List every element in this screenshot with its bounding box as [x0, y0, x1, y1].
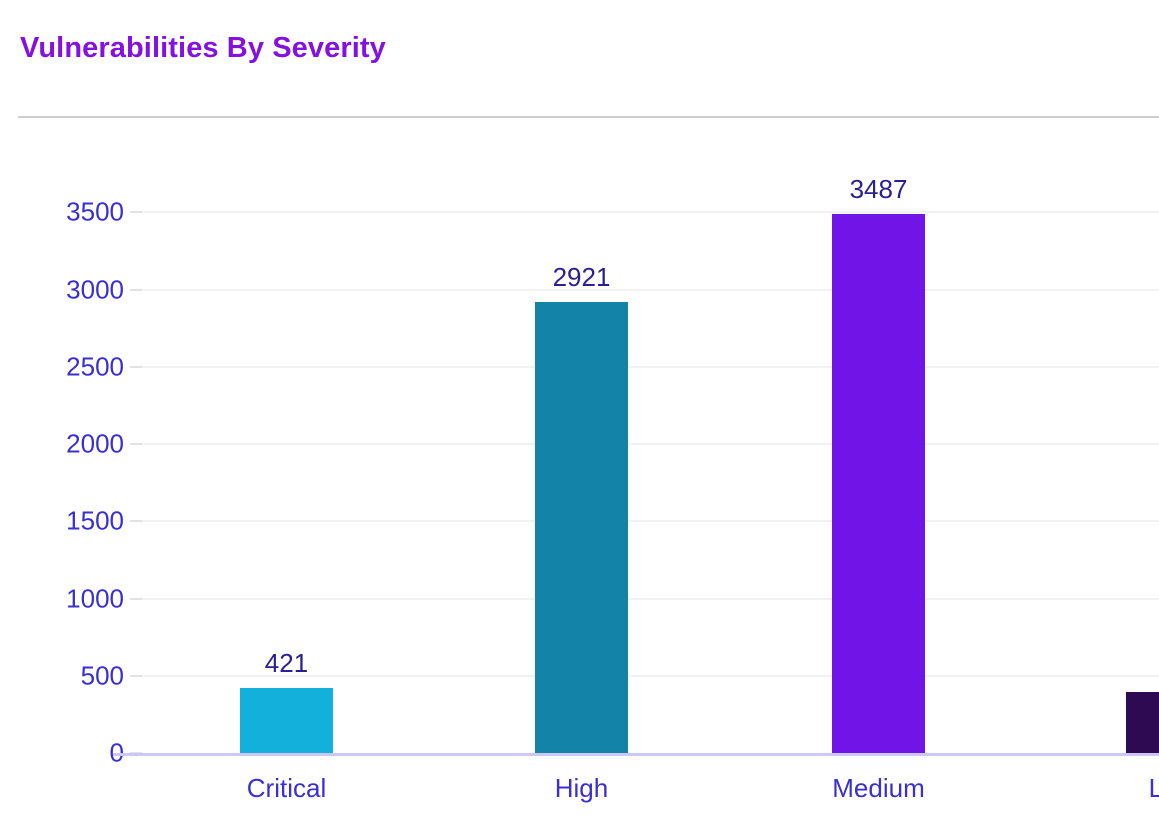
- y-axis-tick-label: 3500: [66, 196, 124, 227]
- bar-value-label-critical: 421: [264, 647, 309, 678]
- chart-header: Vulnerabilities By Severity: [0, 0, 1159, 118]
- y-tick-mark: [130, 443, 142, 445]
- bar-value-label-high: 2921: [552, 261, 611, 292]
- bar-critical[interactable]: [240, 687, 333, 753]
- gridline: [137, 597, 1159, 600]
- gridline: [137, 365, 1159, 368]
- y-tick-mark: [130, 365, 142, 368]
- plot-area: 0500100015002000250030003500 42129213487…: [0, 118, 1159, 837]
- y-tick-mark: [130, 288, 142, 291]
- x-axis-label-medium: Medium: [832, 773, 925, 803]
- x-axis-label-low: Low: [1148, 773, 1159, 803]
- gridline: [137, 288, 1159, 291]
- x-axis-label-high: High: [554, 773, 609, 803]
- y-axis-tick-label: 2000: [66, 428, 124, 459]
- y-tick-mark: [130, 211, 142, 214]
- chart-widget: Vulnerabilities By Severity 050010001500…: [0, 0, 1159, 837]
- gridline: [137, 443, 1159, 445]
- y-axis-tick-label: 3000: [66, 274, 124, 304]
- gridline: [137, 520, 1159, 523]
- bar-medium[interactable]: [832, 214, 925, 753]
- bar-low[interactable]: [1126, 691, 1159, 753]
- page-title: Vulnerabilities By Severity: [20, 32, 386, 64]
- y-axis-tick-label: 2500: [66, 351, 124, 382]
- bar-value-label-medium: 3487: [849, 174, 908, 205]
- y-axis-tick-label: 1000: [66, 583, 124, 613]
- y-tick-mark: [130, 520, 142, 523]
- gridline: [137, 211, 1159, 214]
- y-tick-mark: [130, 674, 142, 677]
- x-axis-line: [113, 753, 1159, 756]
- y-tick-mark: [130, 597, 142, 600]
- bar-high[interactable]: [535, 301, 628, 753]
- y-axis-tick-label: 500: [80, 660, 124, 691]
- y-axis-tick-label: 1500: [66, 505, 124, 536]
- x-axis-label-critical: Critical: [246, 773, 327, 803]
